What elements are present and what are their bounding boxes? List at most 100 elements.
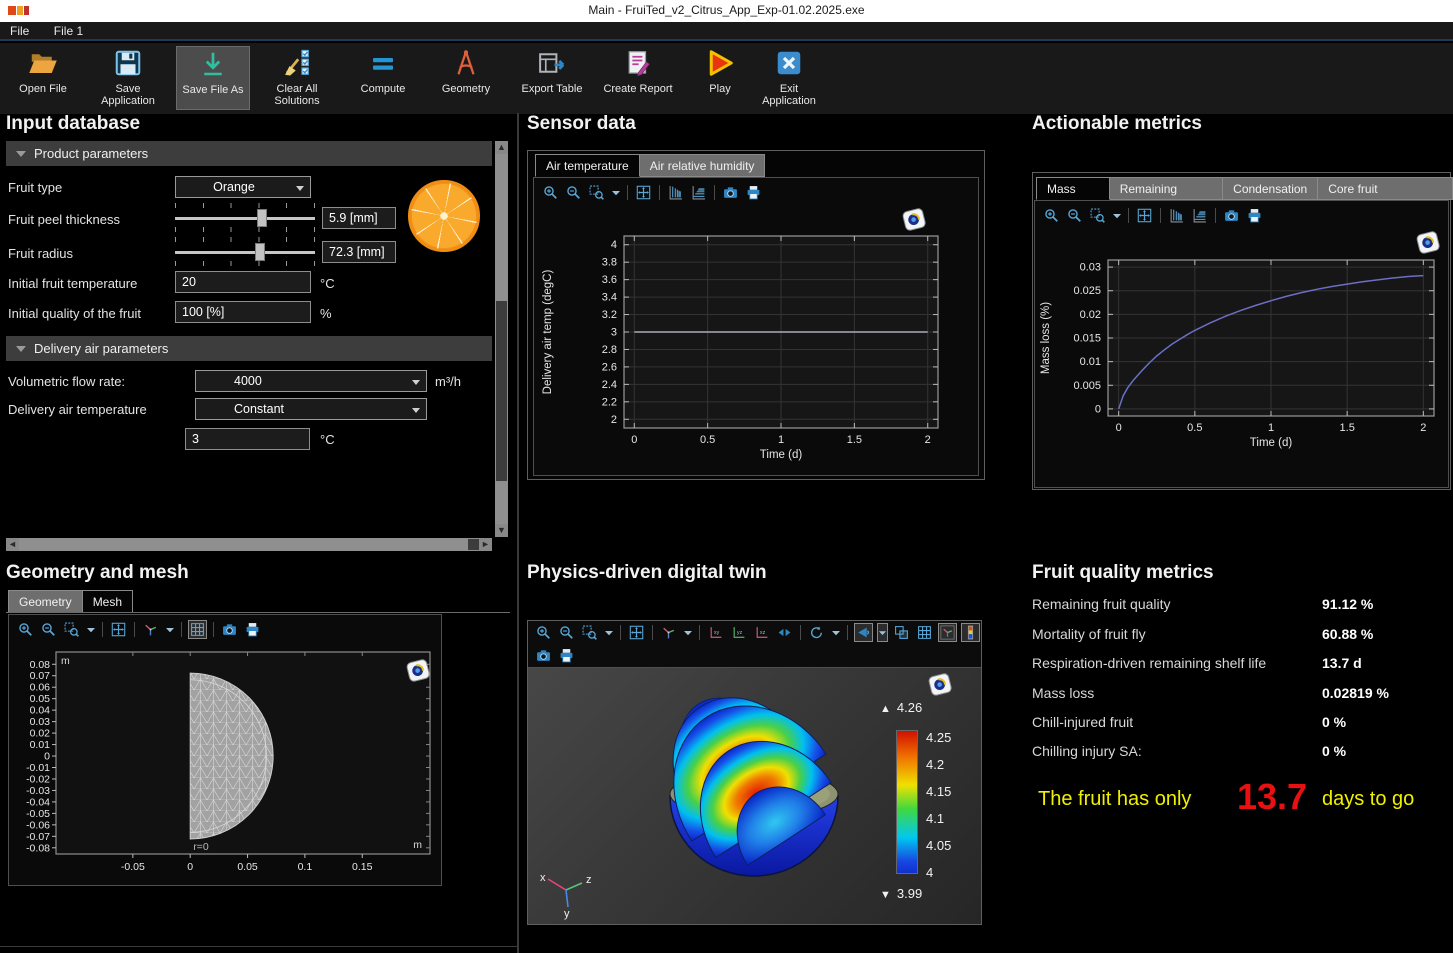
camera-icon[interactable] [721, 183, 740, 202]
geometry-button[interactable]: Geometry [432, 46, 500, 110]
open-file-icon [10, 48, 76, 82]
tab-remaining-quality[interactable]: Remaining quality [1110, 177, 1223, 200]
scroll-right-icon[interactable]: ► [479, 538, 492, 551]
print-icon[interactable] [243, 620, 262, 639]
export-table-button[interactable]: Export Table [516, 46, 588, 110]
tab-condensation[interactable]: Condensation [1223, 177, 1318, 200]
menu-file[interactable]: File [0, 22, 39, 38]
camera-icon[interactable] [1222, 206, 1241, 225]
log-x-icon[interactable] [1190, 206, 1209, 225]
delivery-air-parameters-header[interactable]: Delivery air parameters [6, 336, 492, 361]
log-y-icon[interactable] [1167, 206, 1186, 225]
zoom-box-icon[interactable] [62, 620, 81, 639]
caret-icon[interactable] [164, 620, 175, 639]
open-file-button[interactable]: Open File [10, 46, 76, 110]
zoom-box-icon[interactable] [1088, 206, 1107, 225]
fruit-radius-value[interactable]: 72.3 [mm] [322, 241, 396, 263]
scroll-left-icon[interactable]: ◄ [6, 538, 19, 551]
fruit-peel-thickness-slider[interactable] [175, 213, 315, 223]
svg-text:xz: xz [760, 630, 766, 636]
camera-icon[interactable] [534, 646, 553, 665]
fit-icon[interactable] [109, 620, 128, 639]
view-yz-icon[interactable]: yz [729, 623, 748, 642]
flip-icon[interactable] [775, 623, 794, 642]
save-file-as-button[interactable]: Save File As [176, 46, 250, 110]
zoom-in-icon[interactable] [541, 183, 560, 202]
zoom-out-icon[interactable] [1065, 206, 1084, 225]
scroll-up-icon[interactable]: ▲ [495, 141, 508, 154]
exit-application-button[interactable]: Exit Application [756, 46, 822, 110]
print-icon[interactable] [557, 646, 576, 665]
zoom-box-icon[interactable] [580, 623, 599, 642]
log-x-icon[interactable] [689, 183, 708, 202]
print-icon[interactable] [1245, 206, 1264, 225]
play-icon [696, 48, 744, 82]
caret-icon[interactable] [877, 623, 888, 642]
grid-icon[interactable] [188, 620, 207, 639]
fit-icon[interactable] [627, 623, 646, 642]
colorbar-tick: 4 [926, 865, 933, 880]
zoom-box-icon[interactable] [587, 183, 606, 202]
triad-icon[interactable] [659, 623, 678, 642]
actionable-metrics-heading: Actionable metrics [1032, 113, 1202, 135]
fit-icon[interactable] [1135, 206, 1154, 225]
peel-slider-handle[interactable] [257, 209, 267, 227]
tab-geometry[interactable]: Geometry [8, 590, 83, 613]
log-y-icon[interactable] [666, 183, 685, 202]
fruit-peel-thickness-value[interactable]: 5.9 [mm] [322, 207, 396, 229]
caret-icon[interactable] [610, 183, 621, 202]
tab-core-fruit-temperature[interactable]: Core fruit temperature [1318, 177, 1453, 200]
horizontal-scrollbar[interactable]: ◄ ► [6, 538, 492, 551]
transp-icon[interactable] [892, 623, 911, 642]
product-parameters-header[interactable]: Product parameters [6, 141, 492, 166]
tab-mesh[interactable]: Mesh [83, 590, 133, 613]
zoom-in-icon[interactable] [534, 623, 553, 642]
triad-icon[interactable] [141, 620, 160, 639]
save-application-button[interactable]: Save Application [90, 46, 166, 110]
caret-icon[interactable] [830, 623, 841, 642]
caret-icon[interactable] [85, 620, 96, 639]
actionable-tabs: Mass loss Remaining quality Condensation… [1036, 177, 1453, 200]
grid-icon[interactable] [915, 623, 934, 642]
cbar-icon[interactable] [961, 623, 980, 642]
view-xz-icon[interactable]: xz [752, 623, 771, 642]
fit-icon[interactable] [634, 183, 653, 202]
axisbox-icon[interactable] [938, 623, 957, 642]
play-button[interactable]: Play [696, 46, 744, 110]
camera-icon[interactable] [220, 620, 239, 639]
delivery-air-temperature-dropdown[interactable]: Constant [195, 398, 427, 420]
light-icon[interactable] [854, 623, 873, 642]
menu-file1[interactable]: File 1 [44, 22, 93, 38]
create-report-button[interactable]: Create Report [600, 46, 676, 110]
vertical-scrollbar[interactable]: ▲ ▼ [495, 141, 508, 537]
caret-icon[interactable] [1111, 206, 1122, 225]
zoom-out-icon[interactable] [564, 183, 583, 202]
fruit-type-dropdown[interactable]: Orange [175, 176, 311, 198]
zoom-out-icon[interactable] [557, 623, 576, 642]
caret-icon[interactable] [603, 623, 614, 642]
zoom-out-icon[interactable] [39, 620, 58, 639]
view-xy-icon[interactable]: xy [706, 623, 725, 642]
caret-icon[interactable] [682, 623, 693, 642]
initial-fruit-temperature-input[interactable]: 20 [175, 271, 311, 293]
clear-all-solutions-button[interactable]: Clear All Solutions [262, 46, 332, 110]
fruit-radius-slider[interactable] [175, 247, 315, 257]
tab-air-temperature[interactable]: Air temperature [535, 154, 640, 177]
digital-twin-scene[interactable]: x y z 4.26 4.25 4.2 4.15 4.1 4.05 4 3.99 [528, 668, 981, 924]
rotate-icon[interactable] [807, 623, 826, 642]
compute-button[interactable]: Compute [348, 46, 418, 110]
volumetric-flow-rate-dropdown[interactable]: 4000 [195, 370, 427, 392]
delivery-air-temperature-value-input[interactable]: 3 [185, 428, 310, 450]
tab-mass-loss[interactable]: Mass loss [1036, 177, 1110, 200]
vertical-scrollbar-thumb[interactable] [496, 301, 507, 481]
zoom-in-icon[interactable] [1042, 206, 1061, 225]
print-icon[interactable] [744, 183, 763, 202]
scroll-down-icon[interactable]: ▼ [495, 524, 508, 537]
chevron-down-icon [296, 186, 304, 191]
svg-text:3.6: 3.6 [602, 274, 617, 286]
svg-text:0.5: 0.5 [700, 434, 715, 446]
tab-air-relative-humidity[interactable]: Air relative humidity [640, 154, 766, 177]
initial-quality-input[interactable]: 100 [%] [175, 301, 311, 323]
zoom-in-icon[interactable] [16, 620, 35, 639]
radius-slider-handle[interactable] [255, 243, 265, 261]
